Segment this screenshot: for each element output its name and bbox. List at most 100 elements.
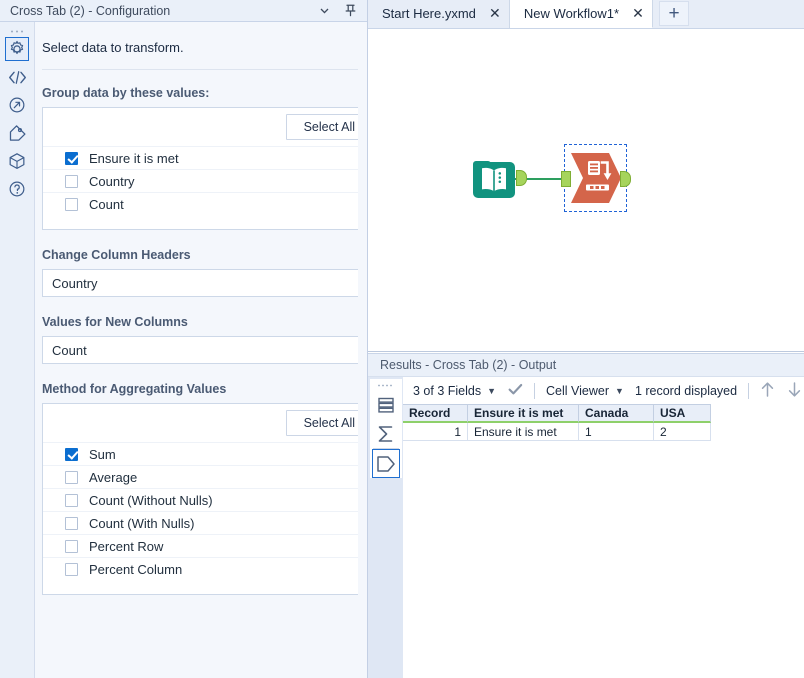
aggregating-method-item[interactable]: Count (With Nulls) <box>43 511 367 534</box>
checkbox[interactable] <box>65 516 78 530</box>
output-anchor[interactable] <box>516 170 527 186</box>
configuration-panel-scrollbar[interactable] <box>358 44 367 678</box>
help-icon[interactable] <box>5 177 29 201</box>
results-main: 3 of 3 Fields ▼ Cell Viewer ▼ 1 record d… <box>403 377 804 678</box>
sigma-icon[interactable] <box>371 419 400 448</box>
aggregating-method-section: Method for Aggregating Values Select All… <box>42 382 367 595</box>
chevron-down-icon[interactable] <box>311 1 337 21</box>
table-row[interactable]: 1 Ensure it is met 1 2 <box>403 423 804 441</box>
change-column-headers-label: Change Column Headers <box>42 248 191 262</box>
tab-label: Start Here.yxmd <box>382 6 476 21</box>
checkbox-label: Count <box>89 196 124 212</box>
close-icon[interactable]: ✕ <box>631 5 645 22</box>
group-by-item[interactable]: Country <box>43 169 367 192</box>
checkbox[interactable] <box>65 493 78 507</box>
results-icon-rail <box>368 377 403 678</box>
group-by-toolbar: Select All <box>43 108 367 146</box>
workflow-tab-new-workflow1[interactable]: New Workflow1* ✕ <box>509 0 654 28</box>
output-anchor[interactable] <box>620 171 631 187</box>
results-body: 3 of 3 Fields ▼ Cell Viewer ▼ 1 record d… <box>368 377 804 678</box>
aggregating-method-item[interactable]: Average <box>43 465 367 488</box>
aggregating-method-listbox: Select All Sum Average Count (Without Nu… <box>42 403 367 595</box>
grid-cell-ensure-it-is-met: Ensure it is met <box>468 423 579 441</box>
divider <box>748 382 750 399</box>
results-panel-title: Results - Cross Tab (2) - Output <box>368 353 804 377</box>
tag-icon[interactable] <box>5 121 29 145</box>
configuration-panel: Cross Tab (2) - Configuration Select dat… <box>0 0 368 678</box>
chevron-down-icon: ▼ <box>615 385 624 396</box>
arrow-down-icon[interactable] <box>787 381 802 401</box>
checkbox-label: Percent Row <box>89 538 164 554</box>
viewer-selector[interactable]: Cell Viewer ▼ <box>546 384 624 398</box>
checkbox-label: Percent Column <box>89 561 183 577</box>
package-icon[interactable] <box>5 149 29 173</box>
checkbox-label: Ensure it is met <box>89 150 179 166</box>
configuration-titlebar: Cross Tab (2) - Configuration <box>0 0 367 22</box>
checkbox[interactable] <box>65 562 78 576</box>
results-data-grid[interactable]: Record Ensure it is met Canada USA 1 Ens… <box>403 404 804 678</box>
change-column-headers-select[interactable]: Country ❮ <box>42 269 367 297</box>
group-by-listbox: Select All Ensure it is met Country Coun… <box>42 107 367 230</box>
values-for-new-columns-select[interactable]: Count ❮ <box>42 336 367 364</box>
checkbox[interactable] <box>65 174 78 188</box>
checkbox[interactable] <box>65 447 78 461</box>
aggregating-method-select-all-button[interactable]: Select All <box>285 410 367 436</box>
aggregating-method-item[interactable]: Percent Column <box>43 557 367 580</box>
grid-column-header[interactable]: Record <box>403 404 468 423</box>
checkbox[interactable] <box>65 470 78 484</box>
workflow-canvas[interactable] <box>368 29 804 352</box>
divider <box>534 382 536 399</box>
input-data-tool[interactable] <box>470 154 527 205</box>
workspace-area: Start Here.yxmd ✕ New Workflow1* ✕ + Res… <box>368 0 804 678</box>
group-by-item[interactable]: Ensure it is met <box>43 146 367 169</box>
workflow-tab-start-here[interactable]: Start Here.yxmd ✕ <box>368 0 510 28</box>
checkbox-label: Sum <box>89 446 116 462</box>
aggregating-method-item[interactable]: Count (Without Nulls) <box>43 488 367 511</box>
aggregating-method-item[interactable]: Sum <box>43 442 367 465</box>
checkbox-label: Count (With Nulls) <box>89 515 195 531</box>
code-brackets-icon[interactable] <box>5 65 29 89</box>
results-toolbar: 3 of 3 Fields ▼ Cell Viewer ▼ 1 record d… <box>403 377 804 404</box>
aggregating-method-label: Method for Aggregating Values <box>42 382 227 396</box>
grid-cell-record: 1 <box>403 423 468 441</box>
circle-arrow-icon[interactable] <box>5 93 29 117</box>
group-by-item[interactable]: Count <box>43 192 367 215</box>
checkbox-label: Count (Without Nulls) <box>89 492 213 508</box>
workflow-tabstrip: Start Here.yxmd ✕ New Workflow1* ✕ + <box>368 0 804 29</box>
record-count-label: 1 record displayed <box>634 383 738 398</box>
aggregating-method-item[interactable]: Percent Row <box>43 534 367 557</box>
rail-grip-handle[interactable] <box>8 26 26 36</box>
arrow-up-icon[interactable] <box>760 381 775 401</box>
input-anchor[interactable] <box>561 171 571 187</box>
results-rail-grip-handle[interactable] <box>376 381 396 390</box>
checkbox[interactable] <box>65 151 78 165</box>
grid-column-header[interactable]: USA <box>654 404 711 423</box>
results-panel: Results - Cross Tab (2) - Output 3 of 3 … <box>368 353 804 678</box>
table-layers-icon[interactable] <box>371 390 400 419</box>
group-by-label: Group data by these values: <box>42 86 210 100</box>
checkbox[interactable] <box>65 197 78 211</box>
checkbox[interactable] <box>65 539 78 553</box>
output-anchor-icon[interactable] <box>371 449 400 478</box>
values-for-new-columns-label: Values for New Columns <box>42 315 188 329</box>
new-tab-button[interactable]: + <box>659 1 690 26</box>
aggregating-method-toolbar: Select All <box>43 404 367 442</box>
checkmark-icon[interactable] <box>508 383 523 399</box>
fields-selector[interactable]: 3 of 3 Fields ▼ <box>413 384 496 398</box>
selected-value: Country <box>52 275 98 291</box>
pin-icon[interactable] <box>337 1 363 21</box>
cross-tab-tool[interactable] <box>561 149 631 210</box>
book-icon <box>473 161 515 198</box>
close-icon[interactable]: ✕ <box>488 5 502 22</box>
values-for-new-columns-section: Values for New Columns Count ❮ <box>42 315 367 364</box>
group-by-select-all-button[interactable]: Select All <box>285 114 367 140</box>
gear-icon[interactable] <box>5 37 29 61</box>
divider <box>42 69 367 70</box>
grid-column-header[interactable]: Canada <box>579 404 654 423</box>
grid-column-header[interactable]: Ensure it is met <box>468 404 579 423</box>
selected-value: Count <box>52 342 87 358</box>
checkbox-label: Country <box>89 173 135 189</box>
grid-header-row: Record Ensure it is met Canada USA <box>403 404 804 423</box>
tab-label: New Workflow1* <box>523 5 620 21</box>
chevron-down-icon: ▼ <box>487 385 497 396</box>
